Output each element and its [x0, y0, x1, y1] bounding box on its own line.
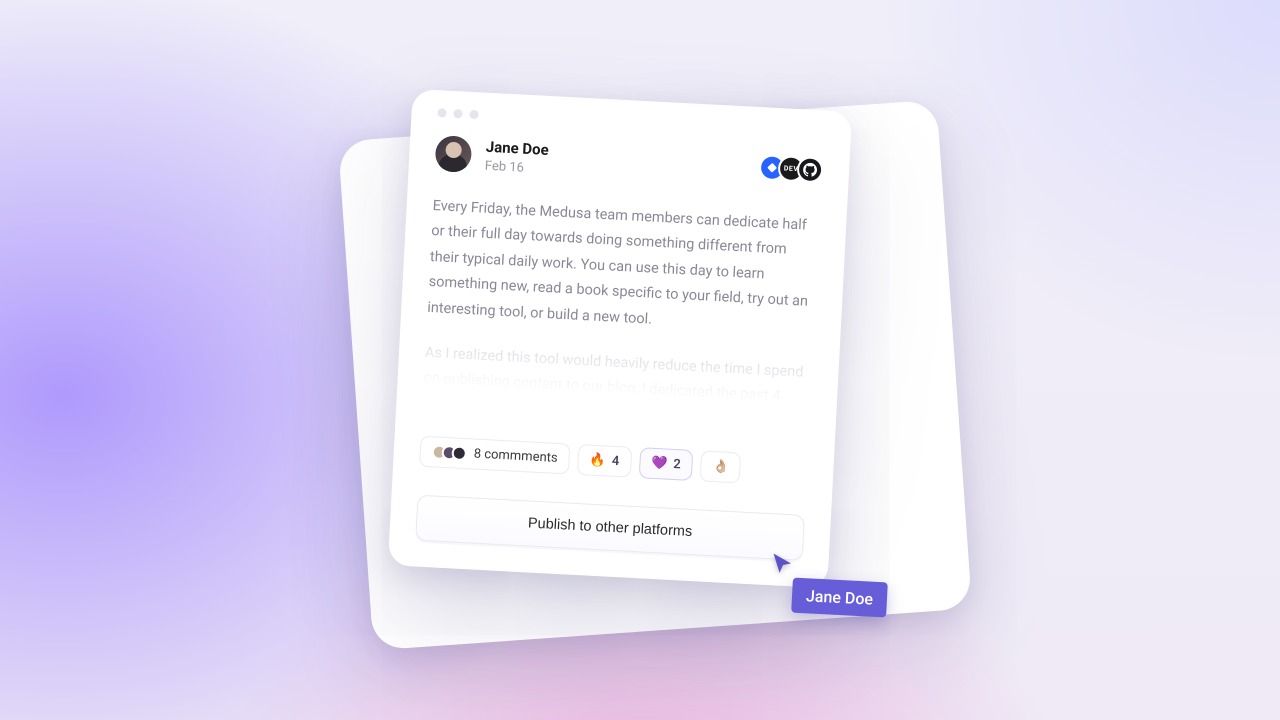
traffic-dot — [453, 109, 462, 118]
post-header: Jane Doe Feb 16 DEV — [435, 135, 824, 191]
platform-badges: DEV — [765, 154, 823, 183]
comments-pill[interactable]: 8 commments — [419, 436, 570, 475]
reactions-row: 8 commments 🔥 4 💜 2 👌🏼 — [419, 436, 808, 487]
post-body: Every Friday, the Medusa team members ca… — [422, 193, 821, 436]
post-paragraph-faded: As I realized this tool would heavily re… — [422, 340, 813, 436]
reaction-fire[interactable]: 🔥 4 — [577, 444, 632, 478]
reaction-heart[interactable]: 💜 2 — [638, 447, 693, 481]
heart-emoji-icon: 💜 — [651, 456, 668, 472]
window-traffic-lights — [437, 108, 825, 137]
comments-label: 8 commments — [473, 447, 558, 466]
post-paragraph: Every Friday, the Medusa team members ca… — [427, 193, 821, 340]
github-icon[interactable] — [796, 156, 823, 183]
reaction-ok[interactable]: 👌🏼 — [700, 450, 742, 483]
commenter-avatars — [431, 444, 467, 461]
publish-button[interactable]: Publish to other platforms — [415, 495, 805, 561]
author-avatar[interactable] — [435, 135, 473, 173]
reaction-count: 2 — [673, 457, 681, 472]
traffic-dot — [469, 110, 478, 119]
fire-emoji-icon: 🔥 — [589, 453, 606, 469]
author-name: Jane Doe — [485, 138, 549, 159]
reaction-count: 4 — [611, 454, 619, 469]
ok-emoji-icon: 👌🏼 — [712, 459, 729, 475]
traffic-dot — [437, 108, 446, 117]
post-card: Jane Doe Feb 16 DEV Every Friday, the Me… — [388, 89, 852, 588]
cursor-user-tag: Jane Doe — [791, 578, 888, 618]
post-date: Feb 16 — [484, 159, 548, 177]
